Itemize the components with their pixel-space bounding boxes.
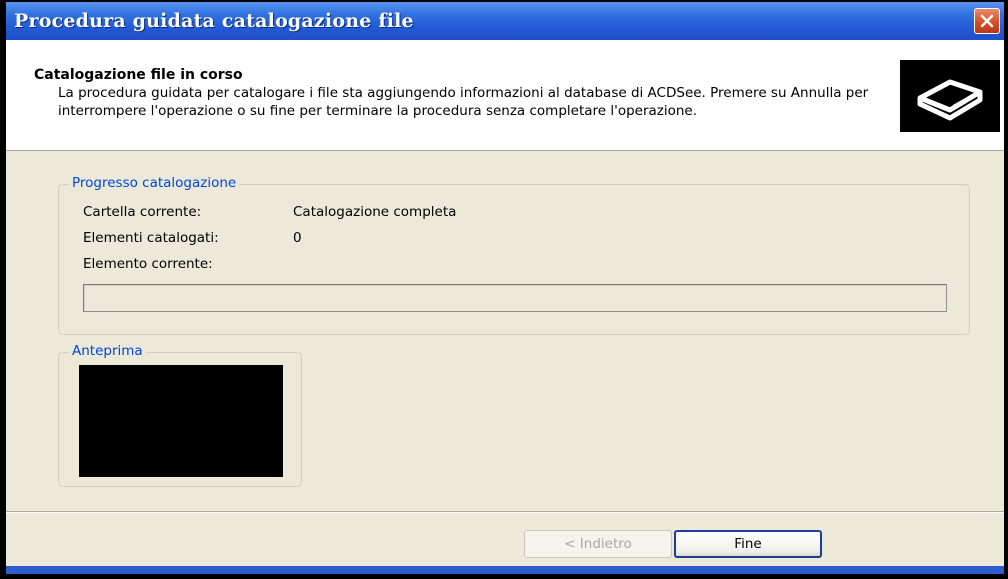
current-item-label: Elemento corrente: xyxy=(83,256,213,272)
header-description: La procedura guidata per catalogare i fi… xyxy=(58,85,869,119)
wizard-logo xyxy=(900,60,1000,132)
progress-bar xyxy=(83,284,947,312)
drive-icon xyxy=(917,79,983,121)
close-button[interactable] xyxy=(974,8,1000,34)
preview-image xyxy=(79,365,283,477)
current-folder-value: Catalogazione completa xyxy=(293,204,457,220)
window-title: Procedura guidata catalogazione file xyxy=(14,10,414,32)
wizard-header: Catalogazione file in corso La procedura… xyxy=(6,40,1004,151)
close-icon xyxy=(980,14,994,28)
header-title: Catalogazione file in corso xyxy=(34,67,243,83)
items-cataloged-value: 0 xyxy=(293,230,302,246)
current-folder-label: Cartella corrente: xyxy=(83,204,202,220)
progress-group: Progresso catalogazione Cartella corrent… xyxy=(58,175,970,335)
footer-divider xyxy=(6,511,1004,513)
items-cataloged-label: Elementi catalogati: xyxy=(83,230,219,246)
back-button[interactable]: < Indietro xyxy=(524,530,672,558)
wizard-window: Procedura guidata catalogazione file Cat… xyxy=(0,0,1008,579)
finish-button[interactable]: Fine xyxy=(674,530,822,558)
preview-group: Anteprima xyxy=(58,343,302,487)
preview-legend: Anteprima xyxy=(69,343,146,359)
window-bottom-border xyxy=(6,566,1004,574)
progress-legend: Progresso catalogazione xyxy=(69,175,240,191)
title-bar[interactable]: Procedura guidata catalogazione file xyxy=(6,2,1004,40)
